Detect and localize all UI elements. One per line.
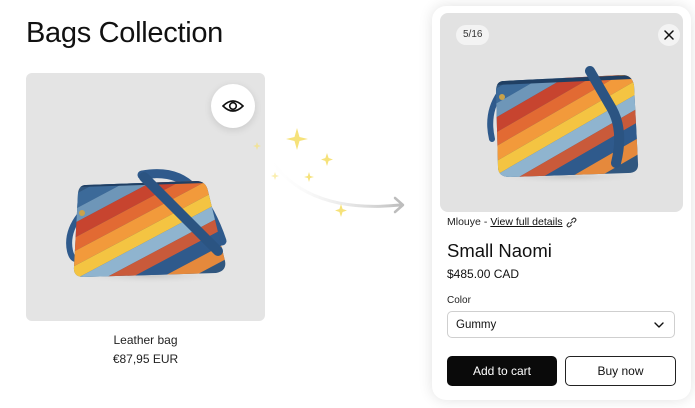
- link-icon[interactable]: [566, 217, 577, 228]
- product-price: €87,95 EUR: [112, 352, 179, 366]
- add-to-cart-button[interactable]: Add to cart: [447, 356, 557, 386]
- chevron-down-icon: [654, 321, 664, 328]
- color-select-value: Gummy: [456, 318, 497, 331]
- modal-product-title: Small Naomi: [447, 240, 552, 261]
- quick-view-modal: 5/16 Mlouye - View full details Small Na…: [432, 6, 691, 400]
- sparkle-icon: [286, 128, 308, 150]
- close-button[interactable]: [658, 24, 680, 46]
- page-title: Bags Collection: [26, 17, 223, 49]
- sparkle-icon: [253, 142, 261, 150]
- color-label: Color: [447, 295, 471, 306]
- vendor-separator: -: [483, 216, 488, 228]
- sparkle-icon: [335, 204, 347, 217]
- product-name[interactable]: Leather bag: [26, 333, 265, 347]
- color-select[interactable]: Gummy: [447, 311, 675, 338]
- image-counter-badge: 5/16: [456, 25, 490, 45]
- sparkle-arrow-decoration: [253, 128, 405, 217]
- view-full-details-link[interactable]: View full details: [490, 216, 562, 228]
- sparkle-icon: [271, 172, 279, 180]
- vendor-name: Mlouye: [447, 216, 481, 228]
- modal-product-price: $485.00 CAD: [447, 267, 520, 281]
- sparkle-icon: [304, 172, 314, 182]
- sparkle-icon: [321, 153, 333, 166]
- vendor-line: Mlouye - View full details: [447, 216, 577, 228]
- buy-now-button[interactable]: Buy now: [565, 356, 676, 386]
- eye-icon: [222, 100, 244, 112]
- close-icon: [664, 30, 674, 40]
- modal-product-image[interactable]: 5/16: [440, 13, 683, 212]
